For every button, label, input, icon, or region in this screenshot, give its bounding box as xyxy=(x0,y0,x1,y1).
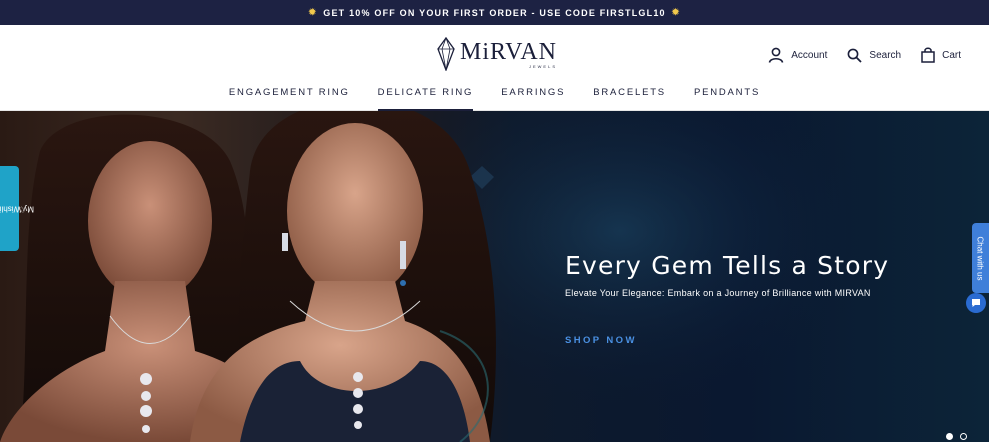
sparkle-icon: ✹ xyxy=(308,7,318,17)
sparkle-icon: ✹ xyxy=(671,7,681,17)
header-utilities: Account Search Cart xyxy=(768,47,961,63)
search-link[interactable]: Search xyxy=(847,48,901,63)
nav-item-bracelets[interactable]: BRACELETS xyxy=(593,85,666,111)
chat-with-us-tab[interactable]: Chat with us xyxy=(972,223,989,293)
user-icon xyxy=(768,47,784,63)
search-label: Search xyxy=(869,49,902,61)
account-label: Account xyxy=(791,49,828,61)
hero-title: Every Gem Tells a Story xyxy=(565,251,890,280)
nav-item-engagement-ring[interactable]: ENGAGEMENT RING xyxy=(229,85,350,111)
main-navigation: ENGAGEMENT RING DELICATE RING EARRINGS B… xyxy=(0,85,989,111)
shop-now-button[interactable]: SHOP NOW xyxy=(565,335,637,346)
announcement-text: GET 10% OFF ON YOUR FIRST ORDER - USE CO… xyxy=(323,7,666,18)
cart-link[interactable]: Cart xyxy=(921,47,961,63)
cart-label: Cart xyxy=(942,49,961,61)
hero-banner[interactable]: Every Gem Tells a Story Elevate Your Ele… xyxy=(0,111,989,442)
logo-name: MiRVAN xyxy=(460,38,557,65)
wishlist-label: My Wishlist xyxy=(0,204,35,213)
nav-item-pendants[interactable]: PENDANTS xyxy=(694,85,760,111)
hero-subtitle: Elevate Your Elegance: Embark on a Journ… xyxy=(565,288,871,298)
nav-item-earrings[interactable]: EARRINGS xyxy=(501,85,565,111)
site-logo[interactable]: MiRVAN JEWELS xyxy=(436,36,558,72)
site-header: MiRVAN JEWELS Account Search Cart ENGAGE… xyxy=(0,25,989,111)
shopping-bag-icon xyxy=(921,47,935,63)
message-icon xyxy=(972,299,980,307)
chat-bubble-icon[interactable] xyxy=(966,293,986,313)
slider-dot-2[interactable] xyxy=(960,433,967,440)
announcement-bar: ✹ GET 10% OFF ON YOUR FIRST ORDER - USE … xyxy=(0,0,989,25)
logo-subtitle: JEWELS xyxy=(528,63,557,69)
diamond-logo-icon xyxy=(437,37,455,71)
my-wishlist-tab[interactable]: ♡ My Wishlist xyxy=(0,166,34,251)
nav-item-delicate-ring[interactable]: DELICATE RING xyxy=(377,85,474,111)
chat-label: Chat with us xyxy=(976,235,985,281)
search-icon xyxy=(848,48,863,63)
account-link[interactable]: Account xyxy=(768,47,827,63)
slider-dot-1[interactable] xyxy=(946,433,953,440)
slider-dots xyxy=(946,433,967,440)
